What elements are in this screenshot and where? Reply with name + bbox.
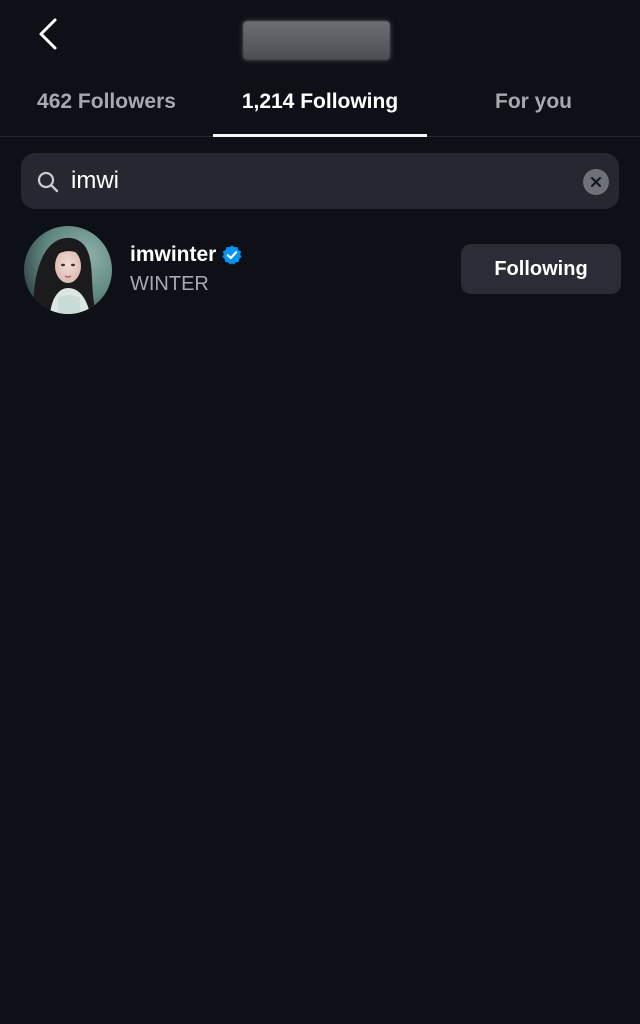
- verified-badge-icon: [222, 245, 242, 265]
- search-bar: [21, 153, 619, 209]
- clear-search-button[interactable]: [583, 169, 609, 195]
- avatar[interactable]: [24, 226, 112, 314]
- follow-tabs: 462 Followers 1,214 Following For you: [0, 68, 640, 137]
- username: imwinter: [130, 243, 217, 266]
- username-line[interactable]: imwinter: [130, 242, 243, 268]
- search-icon: [37, 171, 59, 193]
- tab-followers-label: 462 Followers: [37, 90, 176, 113]
- header: [0, 0, 640, 68]
- tab-following-label: 1,214 Following: [241, 90, 399, 113]
- full-name: WINTER: [130, 273, 209, 295]
- tab-for-you[interactable]: For you: [427, 68, 640, 136]
- list-item[interactable]: imwinter WINTER Following: [0, 222, 640, 318]
- tab-followers[interactable]: 462 Followers: [0, 68, 213, 136]
- chevron-left-icon: [39, 18, 57, 50]
- search-input[interactable]: [71, 161, 571, 201]
- clear-icon: [590, 176, 602, 188]
- following-button[interactable]: Following: [461, 244, 621, 294]
- avatar-image: [24, 226, 112, 314]
- following-button-label: Following: [494, 257, 588, 280]
- tab-for-you-label: For you: [495, 90, 572, 113]
- active-tab-indicator: [213, 134, 427, 137]
- tab-following[interactable]: 1,214 Following: [213, 68, 427, 137]
- back-button[interactable]: [26, 12, 70, 56]
- profile-title-redacted: [243, 21, 390, 60]
